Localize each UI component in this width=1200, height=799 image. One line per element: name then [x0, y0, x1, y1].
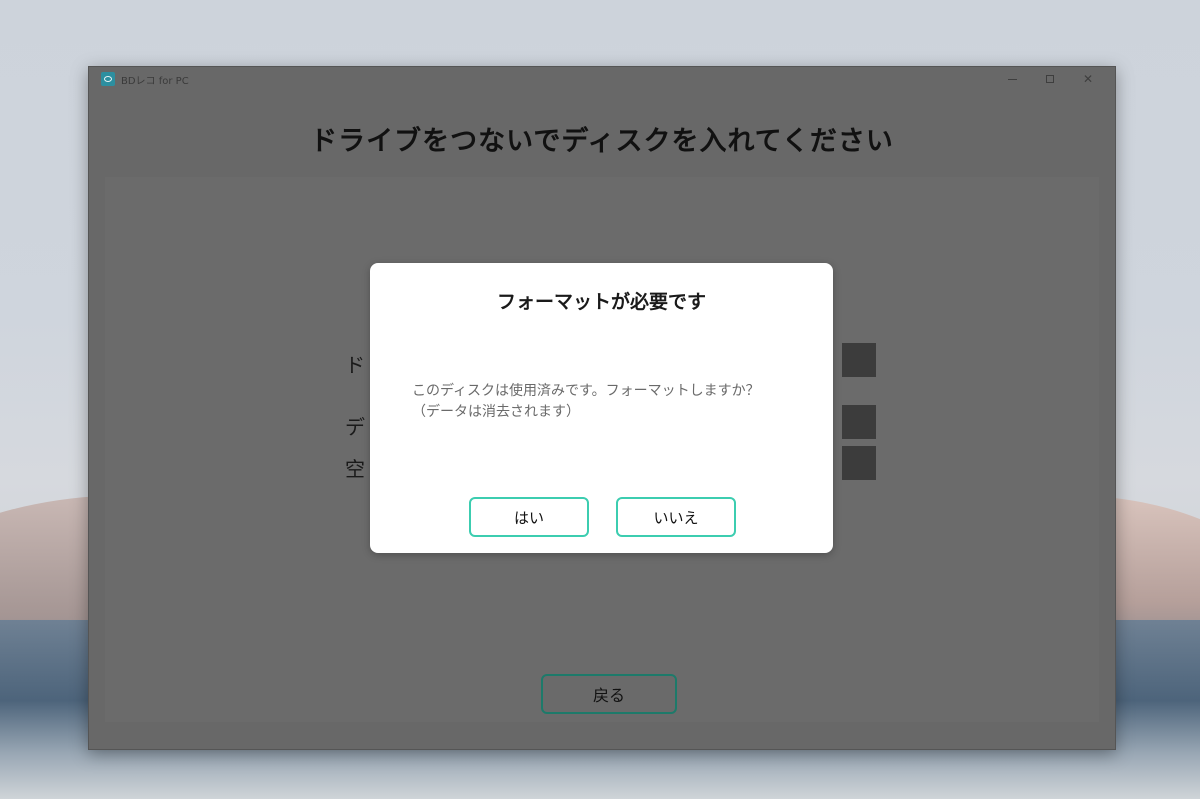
- window-title: BDレコ for PC: [121, 75, 189, 87]
- close-button[interactable]: ✕: [1069, 67, 1107, 91]
- minimize-button[interactable]: [993, 67, 1031, 91]
- back-button[interactable]: 戻る: [541, 674, 677, 714]
- format-dialog: フォーマットが必要です このディスクは使用済みです。フォーマットしますか？ （デ…: [370, 263, 833, 553]
- no-button[interactable]: いいえ: [616, 497, 736, 537]
- title-bar[interactable]: BDレコ for PC ✕: [89, 67, 1115, 91]
- minimize-icon: [1007, 78, 1017, 80]
- disc-value-box: [842, 405, 876, 439]
- dialog-message-line2: （データは消去されます）: [412, 404, 580, 420]
- desktop-wallpaper: BDレコ for PC ✕ ドライブをつないでディスクを入れてください ド デ …: [0, 0, 1200, 799]
- dialog-message-line1: このディスクは使用済みです。フォーマットしますか？: [412, 383, 760, 399]
- free-space-value-box: [842, 446, 876, 480]
- drive-label: ド: [345, 353, 365, 377]
- dialog-title: フォーマットが必要です: [496, 291, 706, 313]
- yes-button[interactable]: はい: [469, 497, 589, 537]
- maximize-icon: [1046, 75, 1054, 83]
- disc-label: デ: [345, 415, 365, 439]
- disc-app-icon: [101, 72, 115, 86]
- dialog-message: このディスクは使用済みです。フォーマットしますか？ （データは消去されます）: [412, 381, 812, 423]
- maximize-button[interactable]: [1031, 67, 1069, 91]
- page-title: ドライブをつないでディスクを入れてください: [310, 126, 894, 157]
- drive-value-box: [842, 343, 876, 377]
- close-icon: ✕: [1082, 72, 1094, 86]
- window-controls: ✕: [993, 67, 1107, 91]
- free-space-label: 空: [345, 457, 365, 481]
